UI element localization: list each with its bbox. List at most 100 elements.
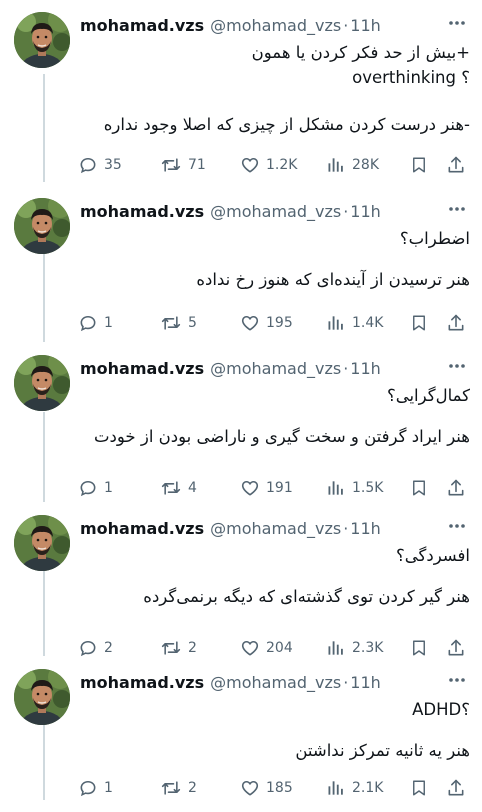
author-name[interactable]: mohamad.vzs <box>80 359 204 378</box>
bookmark-button[interactable] <box>410 313 428 333</box>
avatar[interactable] <box>14 12 70 68</box>
tweet-text: افسردگی؟ هنر گیر کردن توی گذشته‌ای که دیگ… <box>80 543 470 609</box>
author-handle[interactable]: @mohamad_vzs <box>210 16 341 35</box>
more-dots-icon[interactable] <box>444 355 470 377</box>
share-button[interactable] <box>446 638 466 658</box>
more-dots-icon[interactable] <box>444 198 470 220</box>
tweet: mohamad.vzs @mohamad_vzs · 11h +بیش از حد فک… <box>0 12 482 198</box>
avatar[interactable] <box>14 355 70 411</box>
tweet-text-line: +بیش از حد فکر کردن یا همون <box>251 43 470 62</box>
like-count: 1.2K <box>266 157 298 173</box>
like-button[interactable]: 185 <box>240 778 293 798</box>
separator-dot: · <box>343 201 349 221</box>
timestamp[interactable]: 11h <box>350 673 381 692</box>
like-button[interactable]: 195 <box>240 313 293 333</box>
author-handle[interactable]: @mohamad_vzs <box>210 519 341 538</box>
author-name[interactable]: mohamad.vzs <box>80 673 204 692</box>
retweet-button[interactable]: 2 <box>160 638 197 658</box>
like-button[interactable]: 204 <box>240 638 293 658</box>
avatar[interactable] <box>14 669 70 725</box>
retweet-icon <box>160 638 182 658</box>
reply-count: 1 <box>104 315 113 331</box>
views-chart-icon <box>326 155 346 175</box>
reply-button[interactable]: 1 <box>78 778 113 798</box>
views-button[interactable]: 28K <box>326 155 379 175</box>
views-button[interactable]: 1.4K <box>326 313 383 333</box>
tweet: mohamad.vzs @mohamad_vzs · 11h افسردگی؟ هنر گ… <box>0 515 482 669</box>
timestamp[interactable]: 11h <box>350 359 381 378</box>
reply-icon <box>78 638 98 658</box>
tweet-header: mohamad.vzs @mohamad_vzs · 11h <box>80 199 452 223</box>
retweet-button[interactable]: 71 <box>160 155 206 175</box>
views-count: 2.3K <box>352 640 384 656</box>
retweet-button[interactable]: 4 <box>160 478 197 498</box>
author-handle[interactable]: @mohamad_vzs <box>210 673 341 692</box>
tweet: mohamad.vzs @mohamad_vzs · 11h ADHD؟ هنر یه ث… <box>0 669 482 812</box>
tweet-text-line: ADHD؟ <box>412 700 470 719</box>
tweet-text: اضطراب؟ هنر ترسیدن از آینده‌ای که هنوز رخ… <box>80 226 470 292</box>
views-button[interactable]: 1.5K <box>326 478 383 498</box>
bookmark-button[interactable] <box>410 155 428 175</box>
retweet-button[interactable]: 2 <box>160 778 197 798</box>
views-button[interactable]: 2.3K <box>326 638 383 658</box>
retweet-button[interactable]: 5 <box>160 313 197 333</box>
tweet-text-line: کمال‌گرایی؟ <box>386 386 470 405</box>
action-bar: 1 2 185 2.1K <box>76 775 470 801</box>
avatar[interactable] <box>14 198 70 254</box>
like-button[interactable]: 1.2K <box>240 155 297 175</box>
like-count: 185 <box>266 780 293 796</box>
views-count: 1.4K <box>352 315 384 331</box>
bookmark-icon <box>410 638 428 658</box>
reply-button[interactable]: 1 <box>78 478 113 498</box>
retweet-count: 5 <box>188 315 197 331</box>
views-button[interactable]: 2.1K <box>326 778 383 798</box>
more-dots-icon[interactable] <box>444 669 470 691</box>
tweet-text-line: هنر یه ثانیه تمرکز نداشتن <box>295 741 470 760</box>
views-count: 2.1K <box>352 780 384 796</box>
bookmark-icon <box>410 478 428 498</box>
reply-icon <box>78 155 98 175</box>
heart-icon <box>240 155 260 175</box>
author-name[interactable]: mohamad.vzs <box>80 202 204 221</box>
author-handle[interactable]: @mohamad_vzs <box>210 359 341 378</box>
action-bar: 1 5 195 1.4K <box>76 310 470 336</box>
share-button[interactable] <box>446 478 466 498</box>
bookmark-button[interactable] <box>410 778 428 798</box>
share-icon <box>446 638 466 658</box>
share-icon <box>446 313 466 333</box>
share-button[interactable] <box>446 155 466 175</box>
action-bar: 2 2 204 2.3K <box>76 635 470 661</box>
separator-dot: · <box>343 358 349 378</box>
like-count: 195 <box>266 315 293 331</box>
separator-dot: · <box>343 518 349 538</box>
bookmark-button[interactable] <box>410 478 428 498</box>
author-name[interactable]: mohamad.vzs <box>80 519 204 538</box>
views-chart-icon <box>326 638 346 658</box>
like-button[interactable]: 191 <box>240 478 293 498</box>
bookmark-button[interactable] <box>410 638 428 658</box>
action-bar: 35 71 1.2K 28K <box>76 152 470 178</box>
timestamp[interactable]: 11h <box>350 16 381 35</box>
tweet-text: ADHD؟ هنر یه ثانیه تمرکز نداشتن <box>80 697 470 763</box>
more-dots-icon[interactable] <box>444 12 470 34</box>
timestamp[interactable]: 11h <box>350 519 381 538</box>
retweet-icon <box>160 478 182 498</box>
author-handle[interactable]: @mohamad_vzs <box>210 202 341 221</box>
share-button[interactable] <box>446 778 466 798</box>
tweet-text-line: هنر گیر کردن توی گذشته‌ای که دیگه برنمی‌… <box>143 587 470 606</box>
reply-button[interactable]: 1 <box>78 313 113 333</box>
bookmark-icon <box>410 155 428 175</box>
share-button[interactable] <box>446 313 466 333</box>
retweet-icon <box>160 778 182 798</box>
bookmark-icon <box>410 778 428 798</box>
reply-button[interactable]: 2 <box>78 638 113 658</box>
reply-button[interactable]: 35 <box>78 155 122 175</box>
separator-dot: · <box>343 672 349 692</box>
author-name[interactable]: mohamad.vzs <box>80 16 204 35</box>
more-dots-icon[interactable] <box>444 515 470 537</box>
avatar[interactable] <box>14 515 70 571</box>
timestamp[interactable]: 11h <box>350 202 381 221</box>
